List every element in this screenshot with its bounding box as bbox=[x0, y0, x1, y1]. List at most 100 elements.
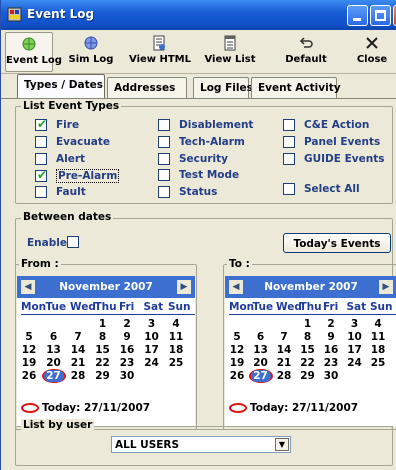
checkbox-box[interactable] bbox=[158, 186, 170, 198]
calendar-day[interactable]: 11 bbox=[166, 331, 186, 343]
status-checkbox[interactable]: Status bbox=[158, 186, 217, 198]
view-list-button[interactable]: View List bbox=[201, 32, 259, 72]
calendar-day[interactable]: 11 bbox=[368, 331, 388, 343]
checkbox-box[interactable] bbox=[35, 186, 47, 198]
calendar-day[interactable]: 7 bbox=[68, 331, 88, 343]
calendar-day[interactable]: 2 bbox=[321, 318, 341, 330]
title-bar[interactable]: Event Log ✕ bbox=[1, 0, 396, 30]
test-mode-checkbox[interactable]: Test Mode bbox=[158, 169, 239, 181]
calendar-day[interactable]: 26 bbox=[19, 370, 39, 382]
checkbox-box[interactable]: ✔ bbox=[35, 168, 47, 182]
calendar-day[interactable]: 16 bbox=[117, 344, 137, 356]
calendar-day[interactable]: 15 bbox=[298, 344, 318, 356]
prev-month-button[interactable]: ◀ bbox=[21, 280, 35, 294]
alert-checkbox[interactable]: Alert bbox=[35, 153, 85, 165]
default-button[interactable]: Default bbox=[281, 32, 331, 72]
next-month-button[interactable]: ▶ bbox=[379, 280, 393, 294]
checkbox-box[interactable] bbox=[158, 169, 170, 181]
calendar-day[interactable]: 4 bbox=[166, 318, 186, 330]
calendar-day[interactable]: 1 bbox=[298, 318, 318, 330]
calendar-day[interactable]: 4 bbox=[368, 318, 388, 330]
checkbox-box[interactable]: ✔ bbox=[35, 117, 47, 131]
calendar-day[interactable]: 8 bbox=[298, 331, 318, 343]
calendar-day[interactable]: 24 bbox=[345, 357, 365, 369]
user-select[interactable]: ALL USERS ▼ bbox=[111, 436, 291, 453]
close-button[interactable]: Close bbox=[351, 32, 393, 72]
fire-checkbox[interactable]: ✔ Fire bbox=[35, 117, 79, 131]
from-calendar[interactable]: ◀ November 2007 ▶ Mon Tue Wed Thu Fri Sat Sun 1… bbox=[17, 276, 195, 426]
calendar-day[interactable]: 27 bbox=[43, 370, 64, 382]
calendar-day[interactable]: 22 bbox=[93, 357, 113, 369]
checkbox-box[interactable] bbox=[283, 119, 295, 131]
maximize-button[interactable] bbox=[370, 5, 391, 26]
calendar-day[interactable]: 13 bbox=[44, 344, 64, 356]
calendar-day[interactable]: 30 bbox=[321, 370, 341, 382]
checkbox-box[interactable] bbox=[35, 153, 47, 165]
calendar-day[interactable]: 2 bbox=[117, 318, 137, 330]
prev-month-button[interactable]: ◀ bbox=[229, 280, 243, 294]
calendar-day[interactable]: 3 bbox=[142, 318, 162, 330]
calendar-day[interactable]: 18 bbox=[166, 344, 186, 356]
panel-events-checkbox[interactable]: Panel Events bbox=[283, 136, 380, 148]
fault-checkbox[interactable]: Fault bbox=[35, 186, 86, 198]
tab-log-files[interactable]: Log Files bbox=[193, 77, 253, 98]
event-log-button[interactable]: Event Log bbox=[5, 32, 62, 72]
calendar-day[interactable]: 6 bbox=[251, 331, 271, 343]
checkbox-box[interactable] bbox=[283, 136, 295, 148]
checkbox-box[interactable] bbox=[283, 183, 295, 195]
next-month-button[interactable]: ▶ bbox=[177, 280, 191, 294]
calendar-day[interactable]: 23 bbox=[117, 357, 137, 369]
calendar-day[interactable]: 25 bbox=[166, 357, 186, 369]
calendar-day[interactable]: 27 bbox=[250, 370, 271, 382]
calendar-day[interactable]: 29 bbox=[298, 370, 318, 382]
calendar-day[interactable]: 22 bbox=[298, 357, 318, 369]
guide-events-checkbox[interactable]: GUIDE Events bbox=[283, 153, 384, 165]
calendar-day[interactable]: 20 bbox=[44, 357, 64, 369]
calendar-day[interactable]: 26 bbox=[227, 370, 247, 382]
checkbox-box[interactable] bbox=[283, 153, 295, 165]
tech-alarm-checkbox[interactable]: Tech-Alarm bbox=[158, 136, 245, 148]
tab-addresses[interactable]: Addresses bbox=[107, 77, 187, 98]
calendar-day[interactable]: 25 bbox=[368, 357, 388, 369]
calendar-day[interactable]: 15 bbox=[93, 344, 113, 356]
calendar-day[interactable]: 13 bbox=[251, 344, 271, 356]
calendar-day[interactable]: 16 bbox=[321, 344, 341, 356]
calendar-day[interactable]: 21 bbox=[68, 357, 88, 369]
minimize-button[interactable] bbox=[347, 5, 368, 26]
calendar-day[interactable]: 12 bbox=[19, 344, 39, 356]
calendar-day[interactable]: 5 bbox=[19, 331, 39, 343]
checkbox-box[interactable] bbox=[35, 136, 47, 148]
ce-action-checkbox[interactable]: C&E Action bbox=[283, 119, 369, 131]
calendar-day[interactable]: 10 bbox=[345, 331, 365, 343]
calendar-day[interactable]: 14 bbox=[274, 344, 294, 356]
disablement-checkbox[interactable]: Disablement bbox=[158, 119, 253, 131]
view-html-button[interactable]: View HTML bbox=[129, 32, 191, 72]
todays-events-button[interactable]: Today's Events bbox=[283, 233, 391, 253]
pre-alarm-checkbox[interactable]: ✔ Pre-Alarm bbox=[35, 168, 120, 183]
calendar-day[interactable]: 29 bbox=[93, 370, 113, 382]
calendar-day[interactable]: 7 bbox=[274, 331, 294, 343]
calendar-day[interactable]: 8 bbox=[93, 331, 113, 343]
calendar-day[interactable]: 30 bbox=[117, 370, 137, 382]
calendar-day[interactable]: 23 bbox=[321, 357, 341, 369]
calendar-day[interactable]: 9 bbox=[117, 331, 137, 343]
calendar-day[interactable]: 9 bbox=[321, 331, 341, 343]
calendar-day[interactable]: 20 bbox=[251, 357, 271, 369]
select-all-checkbox[interactable]: Select All bbox=[283, 183, 360, 195]
calendar-day[interactable]: 28 bbox=[68, 370, 88, 382]
calendar-day[interactable]: 17 bbox=[142, 344, 162, 356]
security-checkbox[interactable]: Security bbox=[158, 153, 228, 165]
calendar-day[interactable]: 12 bbox=[227, 344, 247, 356]
dropdown-arrow-icon[interactable]: ▼ bbox=[275, 438, 289, 451]
tab-types-dates[interactable]: Types / Dates bbox=[17, 74, 105, 99]
calendar-day[interactable]: 21 bbox=[274, 357, 294, 369]
calendar-day[interactable]: 1 bbox=[93, 318, 113, 330]
calendar-day[interactable]: 17 bbox=[345, 344, 365, 356]
calendar-day[interactable]: 19 bbox=[19, 357, 39, 369]
checkbox-box[interactable] bbox=[158, 153, 170, 165]
calendar-day[interactable]: 5 bbox=[227, 331, 247, 343]
to-calendar[interactable]: ◀ November 2007 ▶ Mon Tue Wed Thu Fri Sat Sun 1… bbox=[225, 276, 396, 426]
tab-event-activity[interactable]: Event Activity bbox=[251, 77, 341, 98]
calendar-day[interactable]: 10 bbox=[142, 331, 162, 343]
evacuate-checkbox[interactable]: Evacuate bbox=[35, 136, 110, 148]
